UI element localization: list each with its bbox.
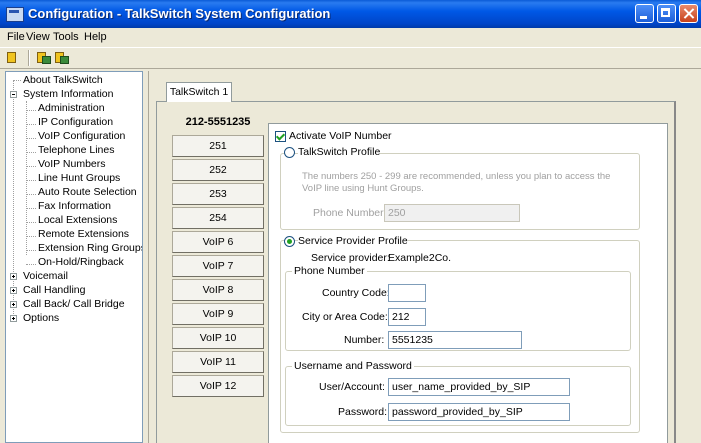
expand-icon[interactable] [10, 315, 17, 322]
service-provider-radio[interactable] [284, 236, 295, 247]
activate-voip-label: Activate VoIP Number [289, 130, 392, 142]
collapse-icon[interactable] [10, 91, 17, 98]
tree-item-telephone-lines[interactable]: Telephone Lines [38, 143, 114, 157]
menu-tools[interactable]: Tools [53, 31, 79, 43]
tree-item-voip-numbers[interactable]: VoIP Numbers [38, 157, 106, 171]
area-code-field[interactable]: 212 [388, 308, 426, 326]
activate-voip-checkbox[interactable] [275, 131, 286, 142]
tree-item-local-extensions[interactable]: Local Extensions [38, 213, 117, 227]
username-password-group-label: Username and Password [292, 360, 414, 372]
tree-item-call-back-call-bridge[interactable]: Call Back/ Call Bridge [23, 297, 125, 311]
country-code-label: Country Code: [322, 287, 390, 299]
number-button-voip-12[interactable]: VoIP 12 [172, 375, 264, 397]
provider-name-value: Example2Co. [388, 252, 452, 264]
close-button[interactable] [679, 4, 698, 23]
talkswitch-profile-note: The numbers 250 - 299 are recommended, u… [302, 171, 611, 194]
tree-item-line-hunt-groups[interactable]: Line Hunt Groups [38, 171, 120, 185]
navigation-tree: About TalkSwitch System Information Admi… [5, 71, 143, 443]
tree-item-auto-route-selection[interactable]: Auto Route Selection [38, 185, 137, 199]
provider-name-label: Service provider: [311, 252, 390, 264]
country-code-field[interactable] [388, 284, 426, 302]
expand-icon[interactable] [10, 273, 17, 280]
tree-item-about-talkswitch[interactable]: About TalkSwitch [23, 73, 103, 87]
menu-view[interactable]: View [26, 31, 50, 43]
number-button-voip-9[interactable]: VoIP 9 [172, 303, 264, 325]
menu-help[interactable]: Help [84, 31, 107, 43]
password-label: Password: [338, 406, 388, 418]
tree-item-system-information[interactable]: System Information [23, 87, 113, 101]
tree-item-voip-configuration[interactable]: VoIP Configuration [38, 129, 125, 143]
number-button-252[interactable]: 252 [172, 159, 264, 181]
toolbar-separator [28, 50, 30, 66]
number-button-voip-10[interactable]: VoIP 10 [172, 327, 264, 349]
number-button-voip-11[interactable]: VoIP 11 [172, 351, 264, 373]
tree-item-options[interactable]: Options [23, 311, 59, 325]
title-bar: Configuration - TalkSwitch System Config… [0, 0, 701, 28]
tree-item-fax-information[interactable]: Fax Information [38, 199, 111, 213]
network-sync-icon[interactable] [54, 50, 70, 65]
talkswitch-profile-radio[interactable] [284, 147, 295, 158]
password-field[interactable]: password_provided_by_SIP [388, 403, 570, 421]
number-field[interactable]: 5551235 [388, 331, 522, 349]
tree-item-remote-extensions[interactable]: Remote Extensions [38, 227, 129, 241]
talkswitch-phone-label: Phone Number: [313, 207, 387, 219]
window-title: Configuration - TalkSwitch System Config… [28, 6, 331, 21]
tree-item-call-handling[interactable]: Call Handling [23, 283, 85, 297]
phone-number-group-label: Phone Number [292, 265, 367, 277]
app-icon [6, 7, 24, 22]
expand-icon[interactable] [10, 287, 17, 294]
selected-phone-number: 212-5551235 [185, 116, 251, 128]
network-icon[interactable] [36, 50, 52, 65]
tree-item-administration[interactable]: Administration [38, 101, 105, 115]
number-button-253[interactable]: 253 [172, 183, 264, 205]
service-provider-label: Service Provider Profile [298, 235, 408, 247]
user-account-label: User/Account: [319, 381, 385, 393]
number-button-voip-8[interactable]: VoIP 8 [172, 279, 264, 301]
menu-bar: File View Tools Help [0, 28, 701, 46]
menu-file[interactable]: File [7, 31, 25, 43]
minimize-button[interactable] [635, 4, 654, 23]
area-code-label: City or Area Code: [302, 311, 388, 323]
number-button-voip-6[interactable]: VoIP 6 [172, 231, 264, 253]
user-account-field[interactable]: user_name_provided_by_SIP [388, 378, 570, 396]
upload-icon[interactable] [6, 50, 22, 65]
tab-talkswitch-1[interactable]: TalkSwitch 1 [166, 82, 232, 102]
number-button-254[interactable]: 254 [172, 207, 264, 229]
talkswitch-phone-field[interactable]: 250 [384, 204, 520, 222]
toolbar [0, 47, 701, 69]
expand-icon[interactable] [10, 301, 17, 308]
tree-item-voicemail[interactable]: Voicemail [23, 269, 68, 283]
number-button-voip-7[interactable]: VoIP 7 [172, 255, 264, 277]
number-label: Number: [344, 334, 385, 346]
maximize-button[interactable] [657, 4, 676, 23]
tree-item-on-hold-ringback[interactable]: On-Hold/Ringback [38, 255, 124, 269]
talkswitch-profile-label: TalkSwitch Profile [298, 146, 381, 158]
tree-item-ip-configuration[interactable]: IP Configuration [38, 115, 113, 129]
number-button-251[interactable]: 251 [172, 135, 264, 157]
tree-item-extension-ring-groups[interactable]: Extension Ring Groups [38, 241, 142, 255]
